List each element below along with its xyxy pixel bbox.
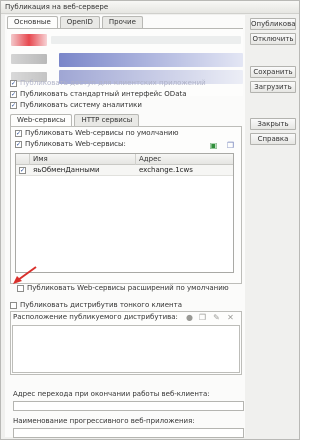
column-name[interactable]: Имя — [30, 154, 136, 165]
redirect-address-label: Адрес перехода при окончании работы веб-… — [13, 390, 210, 398]
red-arrow-annotation — [13, 266, 37, 284]
odata-label: Публиковать стандартный интерфейс OData — [20, 90, 187, 98]
help-button[interactable]: Справка — [250, 133, 296, 145]
column-address[interactable]: Адрес — [136, 154, 233, 165]
table-row[interactable]: ✓ яьОбменДанными exchange.1cws — [16, 165, 233, 176]
row-address: exchange.1cws — [139, 166, 193, 174]
web-services-table: Имя Адрес ✓ яьОбменДанными exchange.1cws — [15, 153, 234, 273]
publish-button[interactable]: Опубликовать — [250, 18, 296, 30]
row-checkbox[interactable]: ✓ — [19, 167, 26, 174]
check-all-icon[interactable]: ▣ — [209, 141, 218, 150]
redacted-field — [11, 54, 47, 64]
tab-http-services[interactable]: HTTP сервисы — [74, 114, 140, 126]
row-name: яьОбменДанными — [33, 166, 100, 174]
distribution-list[interactable] — [12, 325, 240, 373]
client-access-checkbox[interactable]: ✓ — [10, 80, 17, 87]
web-publish-label: Публиковать Web-сервисы: — [25, 140, 126, 148]
web-publish-checkbox[interactable]: ✓ — [15, 141, 22, 148]
unpublish-button[interactable]: Отключить — [250, 33, 296, 45]
analytics-checkbox[interactable]: ✓ — [10, 102, 17, 109]
load-button[interactable]: Загрузить — [250, 81, 296, 93]
save-button[interactable]: Сохранить — [250, 66, 296, 78]
publication-window: Публикация на веб-сервере Основные OpenI… — [0, 0, 300, 440]
tab-openid[interactable]: OpenID — [59, 16, 100, 28]
delete-icon[interactable]: ✕ — [226, 313, 235, 322]
redacted-field — [11, 34, 47, 46]
web-default-label: Публиковать Web-сервисы по умолчанию — [25, 129, 179, 137]
redacted-field — [59, 53, 243, 67]
analytics-label: Публиковать систему аналитики — [20, 101, 142, 109]
edit-icon[interactable]: ✎ — [212, 313, 221, 322]
pwa-name-input[interactable] — [13, 428, 244, 438]
main-content: Основные OpenID Прочие ✓ Публиковать дос… — [5, 15, 245, 438]
redirect-address-input[interactable] — [13, 401, 244, 411]
copy-icon[interactable]: ❐ — [226, 141, 235, 150]
tab-other[interactable]: Прочие — [101, 16, 143, 28]
odata-checkbox[interactable]: ✓ — [10, 91, 17, 98]
pwa-name-label: Наименование прогрессивного веб-приложен… — [13, 417, 195, 425]
table-header: Имя Адрес — [16, 154, 233, 165]
client-access-label: Публиковать доступ для клиентских прилож… — [20, 79, 206, 87]
web-ext-label: Публиковать Web-сервисы расширений по ум… — [27, 284, 229, 292]
thin-client-checkbox[interactable] — [10, 302, 17, 309]
close-button[interactable]: Закрыть — [250, 118, 296, 130]
web-default-checkbox[interactable]: ✓ — [15, 130, 22, 137]
add-icon[interactable]: ● — [185, 313, 194, 322]
thin-client-label: Публиковать дистрибутив тонкого клиента — [20, 301, 182, 309]
window-title: Публикация на веб-сервере — [1, 1, 299, 14]
inner-tabs: Web-сервисы HTTP сервисы — [10, 114, 141, 127]
distribution-location-label: Расположение публикуемого дистрибутива: — [13, 313, 178, 321]
redacted-field — [51, 36, 241, 44]
copy-item-icon[interactable]: ❐ — [198, 313, 207, 322]
column-checkbox — [16, 154, 30, 165]
web-ext-checkbox[interactable] — [17, 285, 24, 292]
